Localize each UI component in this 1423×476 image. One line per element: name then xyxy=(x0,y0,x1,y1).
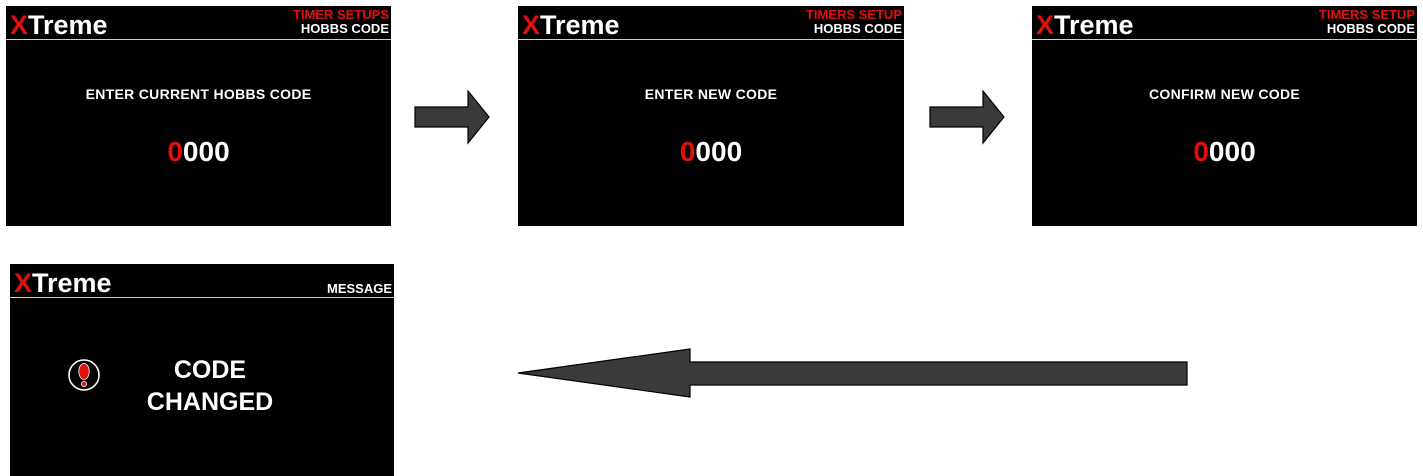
active-digit[interactable]: 0 xyxy=(680,136,696,167)
xtreme-logo: XTreme xyxy=(522,10,620,40)
prompt-text: CONFIRM NEW CODE xyxy=(1148,86,1300,102)
screen-code-changed-message: XTreme MESSAGE CODE CHANGED xyxy=(10,264,394,476)
flow-arrow-right-icon xyxy=(929,90,1005,145)
screen-header: TIMERS SETUP HOBBS CODE xyxy=(1319,8,1415,36)
prompt-text: ENTER CURRENT HOBBS CODE xyxy=(85,86,312,102)
alert-exclamation-icon xyxy=(68,359,100,391)
xtreme-logo: XTreme xyxy=(1036,10,1134,40)
message-line-1: CODE xyxy=(173,356,247,384)
xtreme-logo: XTreme xyxy=(10,10,108,40)
screen-enter-current-code: XTreme TIMER SETUPS HOBBS CODE ENTER CUR… xyxy=(6,6,391,226)
header-divider xyxy=(1032,39,1417,40)
screen-header: TIMER SETUPS HOBBS CODE xyxy=(293,8,389,36)
code-entry[interactable]: 0000 xyxy=(6,136,391,168)
header-section: TIMER SETUPS xyxy=(292,7,389,22)
header-page: HOBBS CODE xyxy=(1326,21,1415,36)
active-digit[interactable]: 0 xyxy=(167,136,183,167)
remaining-digits: 000 xyxy=(182,136,230,167)
flow-arrow-left-icon xyxy=(517,348,1188,398)
header-page: HOBBS CODE xyxy=(300,21,389,36)
header-page: HOBBS CODE xyxy=(813,21,902,36)
remaining-digits: 000 xyxy=(695,136,743,167)
xtreme-logo: XTreme xyxy=(14,268,112,298)
code-entry[interactable]: 0000 xyxy=(518,136,904,168)
header-divider xyxy=(518,39,904,40)
screen-confirm-new-code: XTreme TIMERS SETUP HOBBS CODE CONFIRM N… xyxy=(1032,6,1417,226)
header-section: TIMERS SETUP xyxy=(805,7,902,22)
flow-arrow-right-icon xyxy=(414,90,490,145)
screen-header: TIMERS SETUP HOBBS CODE xyxy=(806,8,902,36)
header-divider xyxy=(10,297,394,298)
remaining-digits: 000 xyxy=(1208,136,1256,167)
active-digit[interactable]: 0 xyxy=(1193,136,1209,167)
message-text: CODE CHANGED xyxy=(130,354,290,418)
header-section: TIMERS SETUP xyxy=(1318,7,1415,22)
prompt-text: ENTER NEW CODE xyxy=(644,86,778,102)
message-header: MESSAGE xyxy=(326,281,392,296)
screen-enter-new-code: XTreme TIMERS SETUP HOBBS CODE ENTER NEW… xyxy=(518,6,904,226)
message-line-2: CHANGED xyxy=(146,388,274,416)
code-entry[interactable]: 0000 xyxy=(1032,136,1417,168)
header-divider xyxy=(6,39,391,40)
